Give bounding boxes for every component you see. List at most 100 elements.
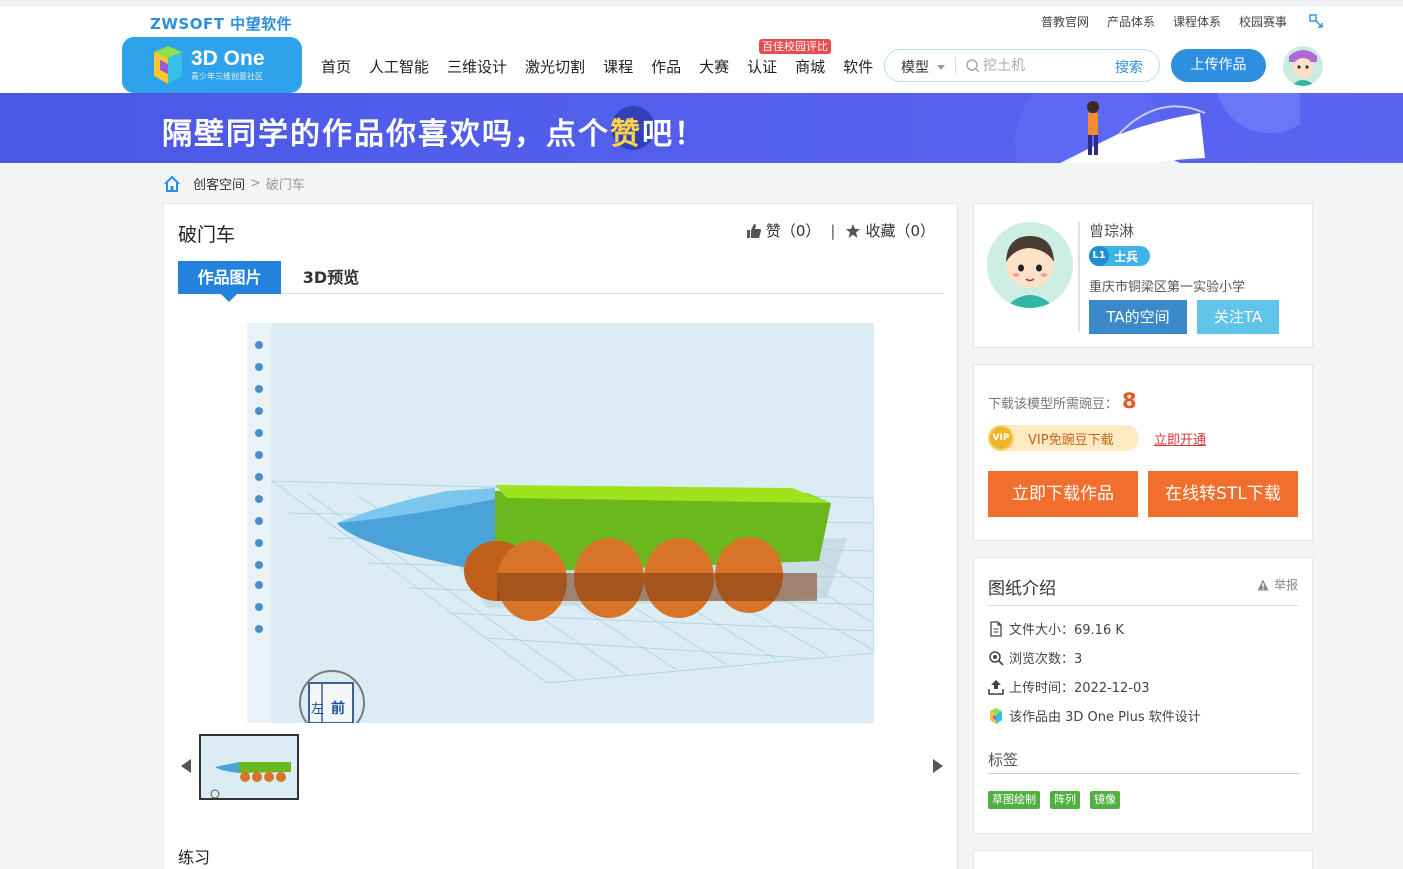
level-badge: L1 [1089,246,1109,266]
search-icon [966,59,980,73]
follow-button[interactable]: 关注TA [1197,300,1279,334]
main-nav: 首页 人工智能 三维设计 激光切割 课程 作品 大赛 认证 商城 软件 [321,56,873,77]
book-illustration [1015,93,1300,163]
top-bar: ZWSOFT 中望软件 普教官网 产品体系 课程体系 校园赛事 [0,0,1403,37]
search-type-select[interactable]: 模型 [901,57,929,77]
thumbnail-1[interactable] [199,734,299,800]
like-label[interactable]: 赞（0） [766,220,821,241]
software-row: 该作品由 3D One Plus 软件设计 [988,706,1201,725]
upload-icon [988,679,1004,695]
viewcube-left-label: 左 [311,702,324,717]
actions-divider: | [830,221,836,240]
nav-item-certification[interactable]: 认证 [747,56,777,77]
chevron-down-icon[interactable] [937,65,945,70]
software-note: 该作品由 3D One Plus 软件设计 [1009,710,1201,725]
report-label: 举报 [1273,578,1298,592]
thumbnail-image [201,736,297,798]
file-size: 文件大小：69.16 K [1009,623,1124,638]
switch-icon[interactable] [1309,14,1323,28]
author-card: 曾琮淋 L1 士兵 重庆市铜梁区第一实验小学 TA的空间 关注TA [973,203,1313,348]
vip-open-link[interactable]: 立即开通 [1154,429,1206,448]
file-icon [990,620,1002,637]
author-space-button[interactable]: TA的空间 [1089,300,1187,334]
download-button[interactable]: 立即下载作品 [988,471,1138,517]
tag-array[interactable]: 阵列 [1050,791,1080,809]
nav-item-courses[interactable]: 课程 [603,56,633,77]
logo-cube-icon [154,46,182,84]
next-card [973,850,1313,869]
user-avatar[interactable] [1283,46,1323,86]
top-link-contests[interactable]: 校园赛事 [1239,13,1287,30]
report-link[interactable]: 举报 [1257,576,1298,593]
model-render: 左 前 [247,323,874,723]
viewcube-front-label: 前 [331,700,345,717]
view-count-icon [989,650,1004,666]
home-icon[interactable] [163,175,181,193]
breadcrumb-separator: > [250,176,261,191]
download-cost-value: 8 [1122,389,1137,413]
campus-badge[interactable]: 百佳校园评比 [759,39,831,54]
tags-title: 标签 [988,751,1019,769]
search-button[interactable]: 搜索 [1115,57,1143,77]
nav-item-home[interactable]: 首页 [321,56,351,77]
top-links: 普教官网 产品体系 课程体系 校园赛事 [1041,13,1287,30]
author-divider [1078,222,1080,332]
warning-icon [1257,579,1269,590]
search-box: 模型 搜索 [884,49,1160,82]
thumbs-up-icon[interactable] [746,223,762,239]
file-size-row: 文件大小：69.16 K [988,619,1124,638]
breadcrumb-current: 破门车 [265,178,305,193]
nav-item-shop[interactable]: 商城 [795,56,825,77]
promo-banner[interactable]: 隔壁同学的作品你喜欢吗，点个赞吧！ [0,93,1403,163]
nav-bar: 3D One 青少年三维创意社区 首页 人工智能 三维设计 激光切割 课程 作品… [0,37,1403,93]
nav-item-ai[interactable]: 人工智能 [369,56,429,77]
stl-download-button[interactable]: 在线转STL下载 [1148,471,1298,517]
tab-3d-preview[interactable]: 3D预览 [291,261,371,294]
breadcrumb-parent[interactable]: 创客空间 [193,174,245,193]
work-actions: 赞（0） | 收藏（0） [746,220,935,241]
collect-label[interactable]: 收藏（0） [865,220,935,241]
author-avatar[interactable] [987,222,1073,308]
search-divider [955,57,956,75]
upload-time-row: 上传时间：2022-12-03 [988,677,1150,696]
breadcrumb: 创客空间 > 破门车 [163,174,305,193]
next-arrow-icon[interactable] [933,759,943,773]
tab-images[interactable]: 作品图片 [178,261,281,302]
author-school: 重庆市铜梁区第一实验小学 [1089,280,1246,295]
info-title: 图纸介绍 [988,579,1056,599]
nav-item-3d-design[interactable]: 三维设计 [447,56,507,77]
prev-arrow-icon[interactable] [181,759,191,773]
work-tabs: 作品图片 3D预览 [178,261,944,302]
tag-mirror[interactable]: 镜像 [1090,791,1120,809]
vip-free-label: VIP免豌豆下载 [1028,432,1114,448]
upload-time: 上传时间：2022-12-03 [1009,681,1150,696]
top-link-courses[interactable]: 课程体系 [1173,13,1221,30]
tag-list: 草图绘制 阵列 镜像 [988,791,1120,809]
zwsoft-logo[interactable]: ZWSOFT 中望软件 [150,13,292,34]
work-panel: 破门车 赞（0） | 收藏（0） 作品图片 3D预览 左 前 练习 [163,203,958,869]
star-icon[interactable] [845,223,861,239]
top-link-products[interactable]: 产品体系 [1107,13,1155,30]
top-link-edu[interactable]: 普教官网 [1041,13,1089,30]
nav-item-works[interactable]: 作品 [651,56,681,77]
search-input[interactable] [983,56,1103,76]
nav-item-software[interactable]: 软件 [843,56,873,77]
logo-title: 3D One [191,47,265,70]
logo-subtitle: 青少年三维创意社区 [191,72,263,81]
vip-free-download[interactable]: VIP VIP免豌豆下载 [988,425,1139,451]
model-preview-image[interactable]: 左 前 [247,323,874,723]
vip-icon: VIP [988,425,1014,451]
author-name[interactable]: 曾琮淋 [1089,220,1134,241]
author-rank-badge: L1 士兵 [1089,246,1150,266]
upload-work-button[interactable]: 上传作品 [1171,49,1266,82]
nav-item-laser[interactable]: 激光切割 [525,56,585,77]
3d-one-logo-icon [990,707,1002,724]
tag-sketch[interactable]: 草图绘制 [988,791,1040,809]
nav-item-contest[interactable]: 大赛 [699,56,729,77]
views-row: 浏览次数：3 [988,648,1082,667]
download-card: 下载该模型所需豌豆： 8 VIP VIP免豌豆下载 立即开通 立即下载作品 在线… [973,364,1313,541]
rank-label: 士兵 [1114,249,1139,264]
download-cost: 下载该模型所需豌豆： 8 [988,389,1137,413]
drawing-info-card: 图纸介绍 举报 文件大小：69.16 K 浏览次数：3 上传时间：2022-12… [973,557,1313,834]
banner-text: 隔壁同学的作品你喜欢吗，点个赞吧！ [162,117,706,152]
